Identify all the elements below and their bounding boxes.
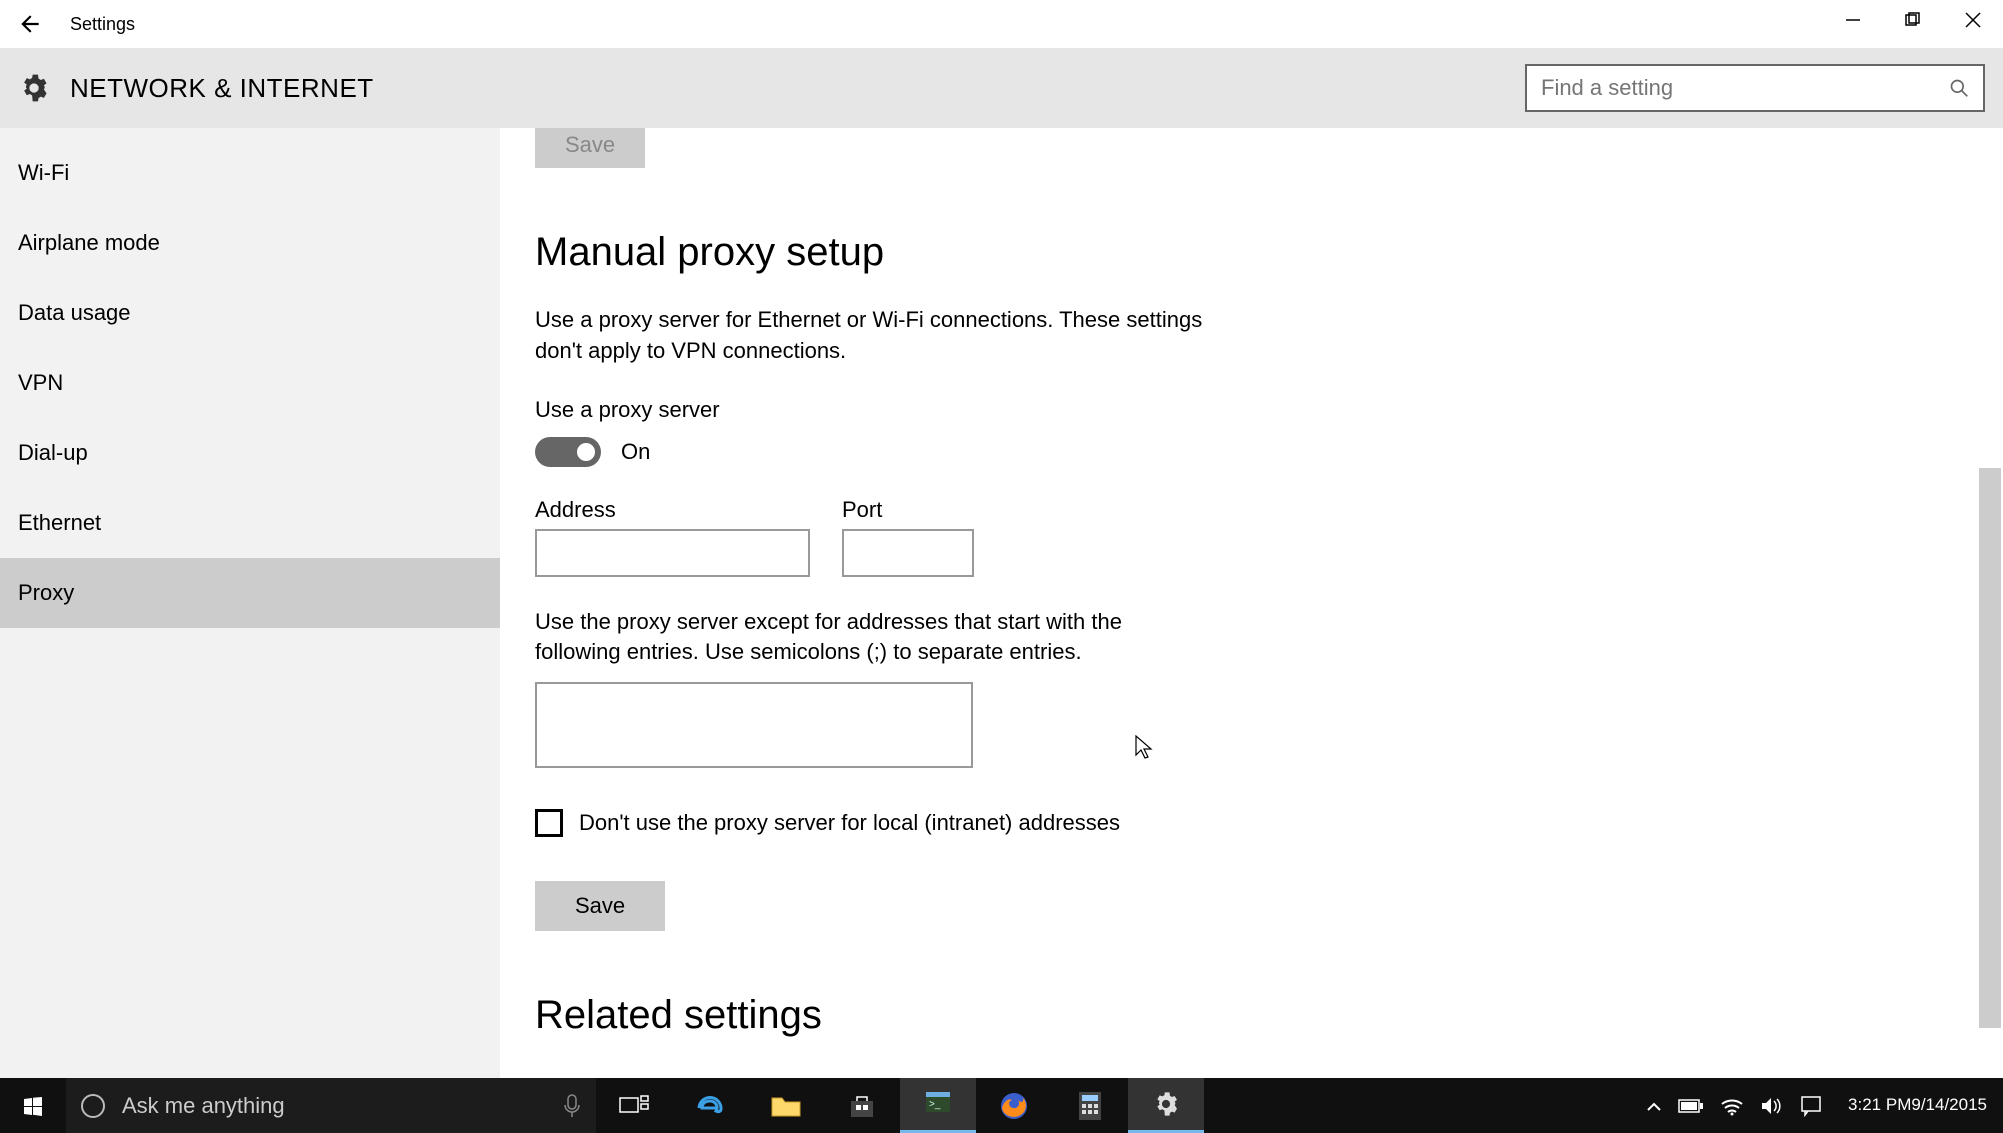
tray-time: 3:21 PM bbox=[1848, 1095, 1911, 1115]
port-input[interactable] bbox=[842, 529, 974, 577]
battery-icon bbox=[1678, 1098, 1704, 1114]
task-view-button[interactable] bbox=[596, 1078, 672, 1133]
notifications-icon bbox=[1800, 1095, 1822, 1117]
minimize-button[interactable] bbox=[1823, 0, 1883, 40]
maximize-button[interactable] bbox=[1883, 0, 1943, 40]
back-arrow-icon bbox=[17, 11, 43, 37]
exceptions-input[interactable] bbox=[535, 682, 973, 768]
maximize-icon bbox=[1905, 12, 1921, 28]
taskbar-app-edge[interactable] bbox=[672, 1078, 748, 1133]
taskbar-app-explorer[interactable] bbox=[748, 1078, 824, 1133]
back-button[interactable] bbox=[0, 0, 60, 48]
search-icon bbox=[1949, 78, 1969, 98]
cortana-search[interactable]: Ask me anything bbox=[66, 1078, 596, 1133]
sidebar-item-vpn[interactable]: VPN bbox=[0, 348, 500, 418]
sidebar-item-label: Airplane mode bbox=[18, 230, 160, 255]
toggle-knob-icon bbox=[577, 443, 595, 461]
sidebar-item-label: Wi-Fi bbox=[18, 160, 69, 185]
sidebar-item-dialup[interactable]: Dial-up bbox=[0, 418, 500, 488]
taskbar-app-store[interactable] bbox=[824, 1078, 900, 1133]
tray-wifi[interactable] bbox=[1720, 1096, 1744, 1116]
sidebar-item-ethernet[interactable]: Ethernet bbox=[0, 488, 500, 558]
scrollbar-thumb[interactable] bbox=[1979, 468, 2001, 1028]
close-icon bbox=[1965, 12, 1981, 28]
sidebar-item-label: VPN bbox=[18, 370, 63, 395]
exceptions-description: Use the proxy server except for addresse… bbox=[535, 607, 1175, 669]
speaker-icon bbox=[1760, 1096, 1784, 1116]
main-content: Save Manual proxy setup Use a proxy serv… bbox=[500, 128, 2003, 1078]
cortana-icon bbox=[80, 1093, 106, 1119]
svg-text:>_: >_ bbox=[929, 1099, 941, 1110]
sidebar: Wi-Fi Airplane mode Data usage VPN Dial-… bbox=[0, 128, 500, 1078]
taskbar-app-calculator[interactable] bbox=[1052, 1078, 1128, 1133]
sidebar-item-label: Ethernet bbox=[18, 510, 101, 535]
section-description: Use a proxy server for Ethernet or Wi-Fi… bbox=[535, 305, 1235, 367]
edge-icon bbox=[694, 1090, 726, 1122]
taskbar: Ask me anything >_ 3:21 PM 9/14/2015 bbox=[0, 1078, 2003, 1133]
task-view-icon bbox=[619, 1094, 649, 1118]
sidebar-item-wifi[interactable]: Wi-Fi bbox=[0, 138, 500, 208]
search-input[interactable] bbox=[1541, 75, 1949, 101]
toggle-state-label: On bbox=[621, 439, 650, 465]
sidebar-item-proxy[interactable]: Proxy bbox=[0, 558, 500, 628]
titlebar: Settings bbox=[0, 0, 2003, 48]
gear-icon bbox=[18, 72, 50, 104]
store-icon bbox=[847, 1091, 877, 1121]
search-box[interactable] bbox=[1525, 64, 1985, 112]
minimize-icon bbox=[1845, 12, 1861, 28]
tray-clock[interactable]: 3:21 PM 9/14/2015 bbox=[1838, 1095, 1997, 1115]
local-bypass-checkbox[interactable] bbox=[535, 809, 563, 837]
header: NETWORK & INTERNET bbox=[0, 48, 2003, 128]
start-button[interactable] bbox=[0, 1078, 66, 1133]
wifi-icon bbox=[1720, 1096, 1744, 1116]
titlebar-title: Settings bbox=[70, 14, 135, 35]
folder-icon bbox=[770, 1092, 802, 1120]
save-button-disabled: Save bbox=[535, 128, 645, 168]
cortana-placeholder: Ask me anything bbox=[122, 1093, 285, 1119]
address-input[interactable] bbox=[535, 529, 810, 577]
taskbar-app-settings[interactable] bbox=[1128, 1078, 1204, 1133]
settings-icon bbox=[1152, 1090, 1180, 1118]
windows-icon bbox=[21, 1094, 45, 1118]
terminal-icon: >_ bbox=[923, 1089, 953, 1119]
microphone-icon bbox=[562, 1093, 582, 1119]
port-label: Port bbox=[842, 497, 974, 523]
local-bypass-label: Don't use the proxy server for local (in… bbox=[579, 810, 1120, 836]
section-title: Manual proxy setup bbox=[535, 230, 2003, 275]
address-label: Address bbox=[535, 497, 810, 523]
tray-date: 9/14/2015 bbox=[1911, 1095, 1987, 1115]
tray-battery[interactable] bbox=[1678, 1098, 1704, 1114]
sidebar-item-label: Dial-up bbox=[18, 440, 88, 465]
sidebar-item-label: Data usage bbox=[18, 300, 131, 325]
sidebar-item-airplane[interactable]: Airplane mode bbox=[0, 208, 500, 278]
tray-show-hidden[interactable] bbox=[1646, 1100, 1662, 1112]
chevron-up-icon bbox=[1646, 1100, 1662, 1112]
tray-volume[interactable] bbox=[1760, 1096, 1784, 1116]
page-title: NETWORK & INTERNET bbox=[70, 73, 374, 104]
use-proxy-label: Use a proxy server bbox=[535, 397, 2003, 423]
taskbar-app-putty[interactable]: >_ bbox=[900, 1078, 976, 1133]
cursor-icon bbox=[1135, 735, 1155, 761]
sidebar-item-data-usage[interactable]: Data usage bbox=[0, 278, 500, 348]
taskbar-app-firefox[interactable] bbox=[976, 1078, 1052, 1133]
firefox-icon bbox=[998, 1090, 1030, 1122]
calculator-icon bbox=[1076, 1090, 1104, 1122]
sidebar-item-label: Proxy bbox=[18, 580, 74, 605]
close-button[interactable] bbox=[1943, 0, 2003, 40]
tray-notifications[interactable] bbox=[1800, 1095, 1822, 1117]
use-proxy-toggle[interactable] bbox=[535, 437, 601, 467]
save-button[interactable]: Save bbox=[535, 881, 665, 931]
related-settings-title: Related settings bbox=[535, 993, 2003, 1038]
